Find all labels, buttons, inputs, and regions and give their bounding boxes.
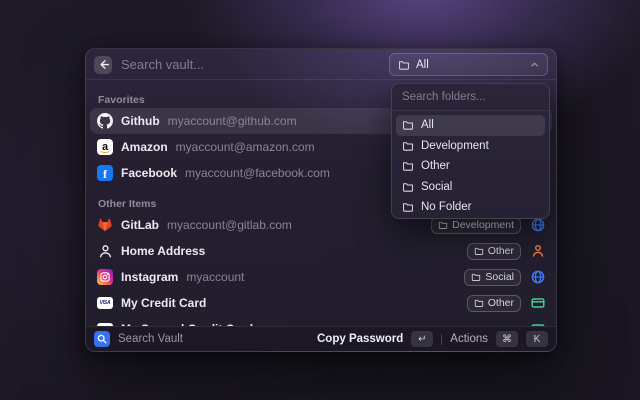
folder-option-other[interactable]: Other	[396, 156, 545, 177]
folder-dropdown-panel: Search folders... All Development Other …	[391, 83, 550, 219]
folder-option-social[interactable]: Social	[396, 177, 545, 198]
folder-icon	[402, 119, 414, 131]
person-icon	[97, 243, 113, 259]
list-item-my-credit-card[interactable]: VISA My Credit Card Other	[90, 290, 552, 316]
facebook-logo-icon: f	[97, 165, 113, 181]
item-title: My Credit Card	[121, 296, 206, 310]
item-title: Facebook	[121, 166, 177, 180]
item-subtitle: myaccount	[186, 270, 244, 284]
globe-icon	[530, 270, 545, 285]
folder-icon	[402, 181, 414, 193]
folder-icon	[402, 160, 414, 172]
folder-badge: Other	[467, 243, 521, 260]
folder-badge: Social	[464, 269, 521, 286]
action-bar: Search Vault Copy Password ↵ Actions ⌘ K	[86, 326, 556, 351]
item-subtitle: myaccount@facebook.com	[185, 166, 330, 180]
credit-card-icon	[530, 296, 545, 311]
vault-search-input[interactable]: Search vault...	[121, 57, 389, 72]
folder-icon	[398, 59, 410, 71]
k-keycap: K	[526, 331, 548, 347]
cmd-keycap: ⌘	[496, 331, 518, 347]
folder-badge: Other	[467, 295, 521, 312]
folder-icon	[474, 298, 484, 308]
item-title: Instagram	[121, 270, 178, 284]
instagram-logo-icon	[97, 269, 113, 285]
folder-option-all[interactable]: All	[396, 115, 545, 136]
folder-option-development[interactable]: Development	[396, 136, 545, 157]
folder-icon	[471, 272, 481, 282]
gitlab-logo-icon	[97, 217, 113, 233]
folder-icon	[402, 140, 414, 152]
folder-icon	[474, 246, 484, 256]
enter-keycap: ↵	[411, 331, 433, 347]
divider	[441, 334, 442, 345]
item-title: Amazon	[121, 140, 168, 154]
back-button[interactable]	[94, 56, 112, 74]
visa-card-icon: VISA	[97, 295, 113, 311]
folder-search-input[interactable]: Search folders...	[392, 84, 549, 111]
person-type-icon	[530, 244, 545, 259]
folder-option-no-folder[interactable]: No Folder	[396, 197, 545, 218]
item-subtitle: myaccount@gitlab.com	[167, 218, 292, 232]
item-title: Github	[121, 114, 160, 128]
github-logo-icon	[97, 113, 113, 129]
list-item-home-address[interactable]: Home Address Other	[90, 238, 552, 264]
vault-window: Search vault... All Favorites Github mya…	[85, 48, 557, 352]
list-item-my-second-credit-card[interactable]: My Second Credit Card	[90, 316, 552, 326]
search-topbar: Search vault... All	[86, 49, 556, 80]
folder-icon	[402, 201, 414, 213]
folder-filter-dropdown[interactable]: All	[389, 53, 548, 76]
item-subtitle: myaccount@github.com	[168, 114, 297, 128]
item-title: Home Address	[121, 244, 205, 258]
search-icon	[94, 331, 110, 347]
list-item-instagram[interactable]: Instagram myaccount Social	[90, 264, 552, 290]
actions-menu-button[interactable]: Actions	[450, 333, 488, 345]
arrow-left-icon	[98, 59, 109, 70]
copy-password-action[interactable]: Copy Password	[317, 333, 403, 345]
app-name: Search Vault	[118, 333, 309, 345]
item-subtitle: myaccount@amazon.com	[176, 140, 315, 154]
folder-filter-value: All	[416, 59, 524, 71]
chevron-up-icon	[530, 60, 539, 69]
folder-icon	[438, 220, 448, 230]
amazon-logo-icon: a	[97, 139, 113, 155]
item-title: GitLab	[121, 218, 159, 232]
